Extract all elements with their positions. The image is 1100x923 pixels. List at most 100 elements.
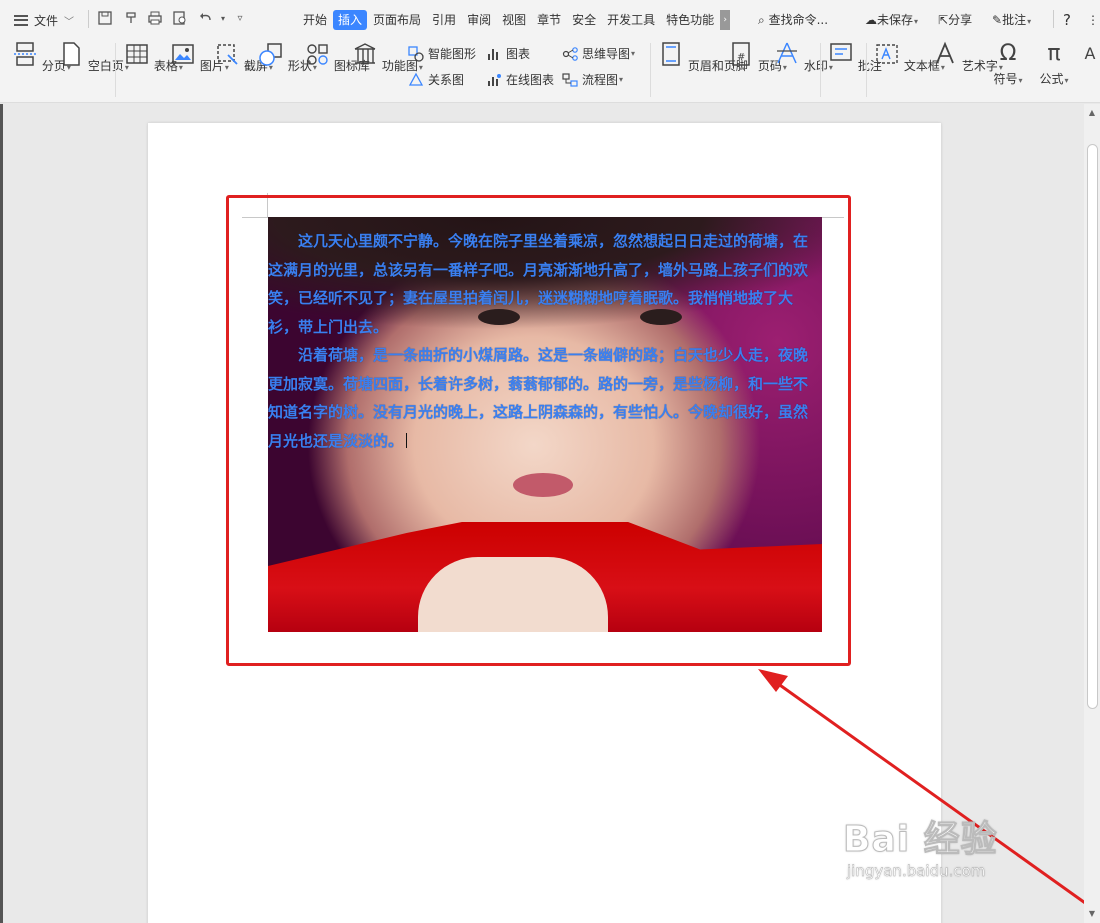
ribbon-tabs: 开始 插入 页面布局 引用 审阅 视图 章节 安全 开发工具 特色功能 › [298,10,731,30]
scroll-down-icon[interactable]: ▼ [1084,907,1100,921]
tab-chapter[interactable]: 章节 [532,10,566,30]
comment-menu-button[interactable]: ✎批注▾ [992,10,1031,30]
insert-ribbon: 分页▾ 空白页▾ 表格▾ 图片▾ 截屏▾ 形状▾ 图标库 功能图▾ 智能图形 图… [0,37,1100,103]
screenshot-button[interactable]: 截屏▾ [214,41,273,74]
divider [88,10,89,28]
shape-button[interactable]: 形状▾ [258,41,317,74]
svg-text:#: # [737,52,745,63]
smart-shape-label: 智能图形 [428,47,477,61]
command-search-label: 查找命令... [768,13,829,27]
save-icon[interactable] [96,10,114,28]
divider [115,43,116,97]
mind-map-button[interactable]: 思维导图 ▾ [562,45,635,63]
more-ribbon-items-icon[interactable]: A [1080,41,1100,70]
online-chart-label: 在线图表 [506,73,555,87]
watermark-icon [777,42,797,64]
function-chart-icon [354,43,376,64]
tab-insert[interactable]: 插入 [333,10,368,30]
page-break-button[interactable]: 分页▾ [12,41,71,74]
share-icon: ⇱ [938,13,949,27]
shape-icon [259,43,282,66]
customize-quick-access-icon[interactable]: ▿ [231,10,249,28]
relation-chart-label: 关系图 [428,73,465,87]
scroll-thumb[interactable] [1087,144,1098,709]
chevron-down-icon: ▾ [1018,76,1023,85]
help-button[interactable]: ? [1063,10,1071,30]
file-menu[interactable]: 文件 ﹀ [14,10,74,30]
file-menu-label: 文件 [34,13,59,28]
smart-shape-button[interactable]: 智能图形 [408,45,476,63]
page-number-icon: # [732,42,750,66]
tab-review[interactable]: 审阅 [462,10,496,30]
chevron-down-icon: ▾ [631,49,636,58]
chevron-down-icon: ▾ [914,17,919,26]
blank-page-button[interactable]: 空白页▾ [58,41,129,74]
page-break-icon [14,42,36,66]
tab-page-layout[interactable]: 页面布局 [368,10,426,30]
tab-view[interactable]: 视图 [497,10,531,30]
icon-library-button[interactable]: 图标库 [304,41,370,74]
tab-references[interactable]: 引用 [427,10,461,30]
blank-page-label: 空白页 [87,59,124,73]
relation-chart-icon [408,72,424,86]
divider [820,43,821,97]
print-preview-icon[interactable] [171,10,189,28]
chevron-down-icon: ▾ [619,75,624,84]
omega-icon: Ω [999,41,1017,66]
watermark-logo-text: Bai 经验 [843,819,998,861]
format-painter-icon[interactable] [122,10,140,28]
mind-map-icon [562,47,578,61]
watermark-label: 水印 [803,59,828,73]
chevron-down-icon: ﹀ [64,16,75,28]
watermark-button[interactable]: 水印▾ [774,41,833,74]
divider [650,43,651,97]
tab-developer[interactable]: 开发工具 [602,10,660,30]
print-icon[interactable] [146,10,164,28]
symbol-label: 符号 [993,72,1018,86]
watermark-url: jingyan.baidu.com [847,862,986,880]
scroll-up-icon[interactable]: ▲ [1084,106,1100,120]
flowchart-button[interactable]: 流程图 ▾ [562,71,623,89]
more-icon[interactable]: ⋮ [1087,10,1099,30]
blank-page-icon [63,42,80,66]
chevron-down-icon: ▾ [1027,17,1032,26]
tabs-scroll-right-icon[interactable]: › [720,10,731,30]
vertical-scrollbar[interactable]: ▲ ▼ [1084,104,1100,923]
wordart-button[interactable]: 艺术字▾ [932,41,1003,74]
undo-icon[interactable] [197,10,215,28]
baidu-jingyan-watermark: Bai 经验 jingyan.baidu.com [843,810,1043,900]
tab-home[interactable]: 开始 [298,10,332,30]
tab-security[interactable]: 安全 [567,10,601,30]
share-button[interactable]: ⇱分享 [938,10,972,30]
relation-chart-button[interactable]: 关系图 [408,71,464,89]
flowchart-label: 流程图 [582,73,619,87]
chevron-down-icon: ▾ [1064,76,1069,85]
symbol-button[interactable]: Ω 符号▾ [990,41,1026,87]
online-chart-button[interactable]: 在线图表 [486,71,554,89]
unsaved-status[interactable]: ☁未保存▾ [865,10,918,30]
divider [1053,10,1054,28]
flowchart-icon [562,73,578,87]
insert-comment-button[interactable]: 批注 [828,41,882,74]
function-chart-button[interactable]: 功能图▾ [352,41,423,74]
tab-special-features[interactable]: 特色功能 [661,10,719,30]
icon-library-icon [307,44,328,65]
hamburger-icon [14,14,28,26]
formula-button[interactable]: π 公式▾ [1036,41,1072,87]
header-footer-button[interactable]: 页眉和页脚 [658,41,748,74]
undo-dropdown-icon[interactable]: ▾ [214,10,232,28]
page-number-button[interactable]: # 页码▾ [728,41,787,74]
screenshot-icon [217,44,238,65]
unsaved-label: 未保存 [877,13,914,27]
picture-icon [172,44,194,64]
chart-button[interactable]: 图表 [486,45,530,63]
window-edge [0,104,3,923]
smart-shape-icon [408,46,424,62]
picture-button[interactable]: 图片▾ [170,41,229,74]
table-button[interactable]: 表格▾ [124,41,183,74]
table-icon [126,44,148,64]
textbox-button[interactable]: 文本框▾ [874,41,945,74]
text-icon: A [1084,44,1096,63]
command-search[interactable]: ⌕ 查找命令... [758,10,828,30]
chart-icon [488,49,498,60]
